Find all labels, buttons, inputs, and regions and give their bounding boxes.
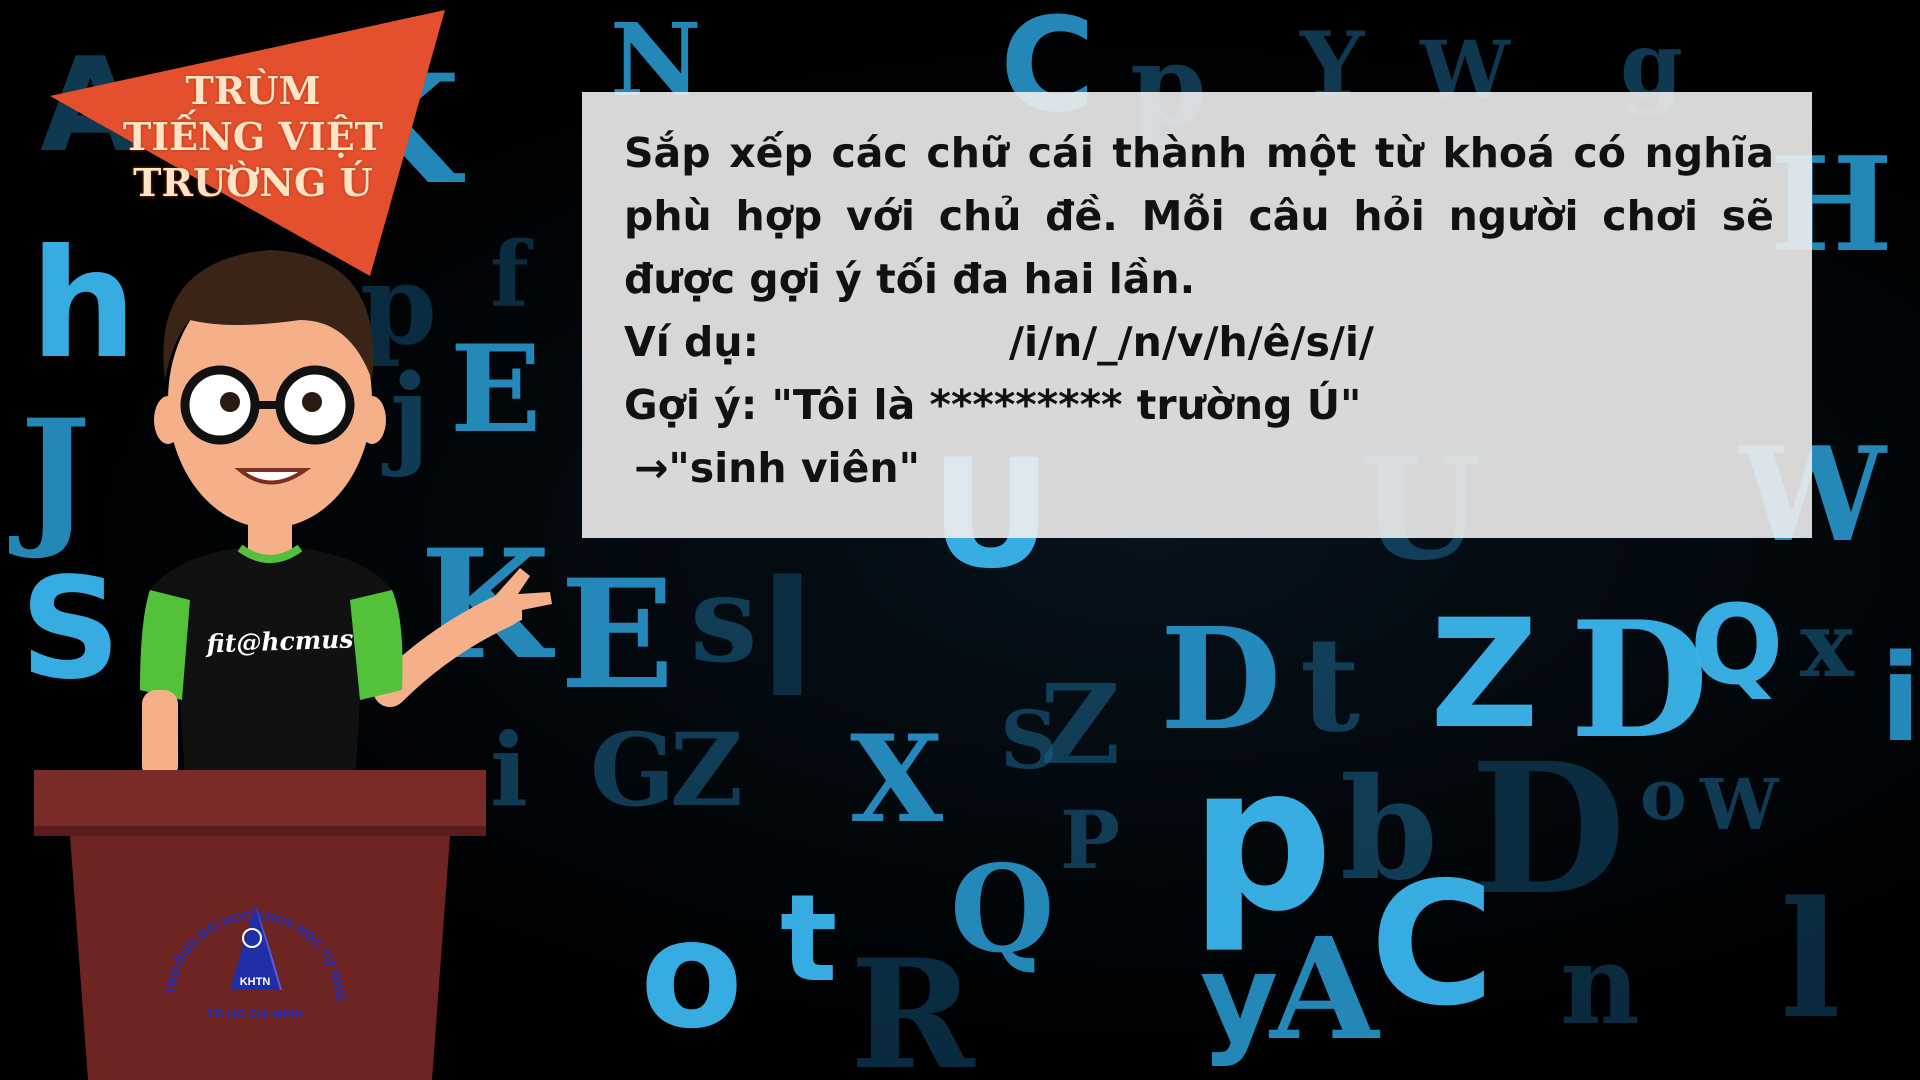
instruction-panel: Sắp xếp các chữ cái thành một từ khoá có… [582,92,1812,538]
game-slide: K A h p f E j J S K E s l G Z X i Q o t … [0,0,1920,1080]
hint-line: Gợi ý: "Tôi là ********* trường Ú" [624,381,1362,429]
example-label: Ví dụ: [624,318,759,366]
example-line: Ví dụ: /i/n/_/n/v/h/ê/s/i/ [624,311,1774,374]
answer-text: "sinh viên" [668,444,920,492]
answer-line: →"sinh viên" [624,437,1774,500]
game-rule-text: Sắp xếp các chữ cái thành một từ khoá có… [624,129,1774,303]
university-logo: TRƯỜNG ĐẠI HỌC KHOA HỌC TỰ NHIÊN KHTN TP… [160,860,347,1021]
logo-short: KHTN [240,976,271,988]
logo-city: TP. HO CHI MINH [207,1007,303,1021]
shirt-logo-text: fit@hcmus [206,624,354,659]
arrow-icon: → [634,444,669,492]
example-value: /i/n/_/n/v/h/ê/s/i/ [1009,318,1374,366]
